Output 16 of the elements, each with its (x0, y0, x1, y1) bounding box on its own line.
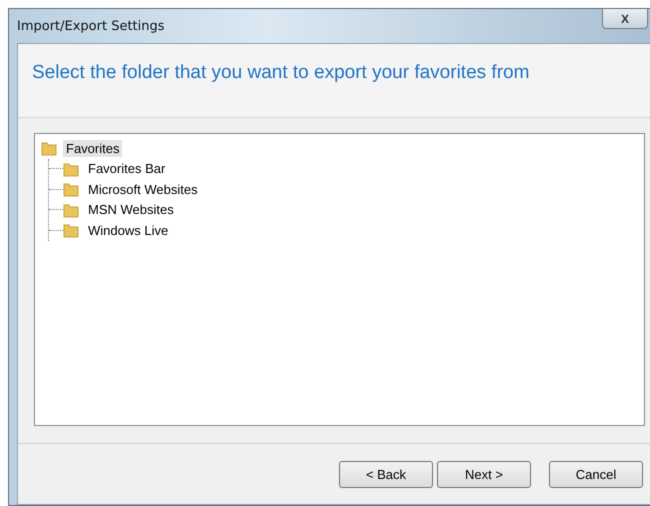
dialog-heading: Select the folder that you want to export your favorites from (32, 62, 530, 83)
folder-icon (63, 160, 79, 177)
tree-item[interactable]: Favorites Bar (85, 160, 168, 178)
tree-item[interactable]: Microsoft Websites (85, 180, 201, 198)
dialog-button[interactable]: Next > (437, 460, 531, 488)
dialog-button[interactable]: Cancel (549, 460, 643, 488)
folder-icon (63, 222, 79, 238)
tree-item[interactable]: Windows Live (85, 222, 172, 239)
folder-icon (63, 181, 79, 198)
tree-item[interactable]: MSN Websites (85, 201, 177, 218)
close-button[interactable]: X (602, 9, 648, 29)
folder-icon (63, 202, 79, 218)
dialog-button[interactable]: < Back (339, 460, 433, 488)
tree-item[interactable]: Favorites (63, 140, 122, 157)
window-title: Import/Export Settings (17, 19, 165, 34)
folder-icon (41, 140, 57, 156)
